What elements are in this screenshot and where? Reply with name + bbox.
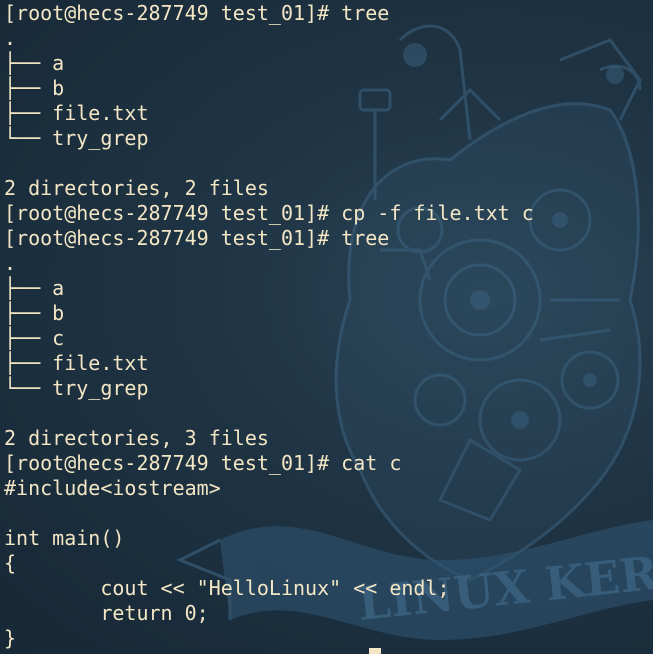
terminal-line: #include<iostream> [4, 476, 221, 500]
terminal-line: [root@hecs-287749 test_01]# cat c [4, 451, 402, 475]
terminal-line: [root@hecs-287749 test_01]# cp -f file.t… [4, 201, 534, 225]
terminal-line: ├── b [4, 301, 65, 325]
terminal-line: { [4, 551, 17, 575]
terminal-line: ├── c [4, 326, 65, 350]
terminal-line: └── try_grep [4, 376, 149, 400]
terminal-line: . [4, 26, 17, 50]
terminal-line: [root@hecs-287749 test_01]# tree [4, 226, 390, 250]
terminal-window[interactable]: LINUX KERN [root@hecs-287749 test_01]# t… [0, 0, 653, 654]
terminal-line: 2 directories, 2 files [4, 176, 269, 200]
terminal-line: ├── b [4, 76, 65, 100]
terminal-line: cout << "HelloLinux" << endl; [4, 576, 450, 600]
terminal-output[interactable]: [root@hecs-287749 test_01]# tree. ├── a ├─… [4, 1, 534, 651]
terminal-line: int main() [4, 526, 125, 550]
terminal-line: ├── file.txt [4, 351, 149, 375]
terminal-line: ├── a [4, 51, 65, 75]
terminal-line: ├── a [4, 276, 65, 300]
terminal-line: return 0; [4, 601, 209, 625]
terminal-line: 2 directories, 3 files [4, 426, 269, 450]
terminal-line: } [4, 626, 17, 650]
terminal-line: [root@hecs-287749 test_01]# tree [4, 1, 390, 25]
terminal-line: └── try_grep [4, 126, 149, 150]
terminal-line: . [4, 251, 17, 275]
terminal-line: ├── file.txt [4, 101, 149, 125]
text-cursor [369, 648, 381, 654]
